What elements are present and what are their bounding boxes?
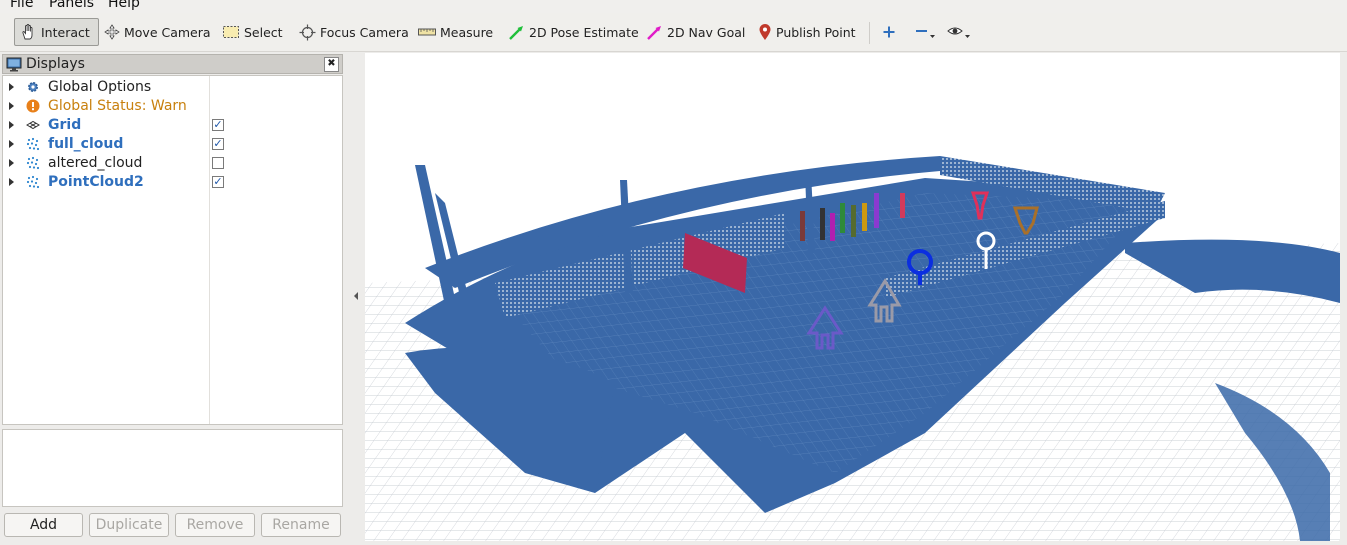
full-cloud-checkbox[interactable]: ✓ xyxy=(212,137,224,150)
toolbar-separator xyxy=(869,22,870,44)
measure-button[interactable]: Measure xyxy=(418,18,493,46)
expand-arrow-icon[interactable] xyxy=(9,120,14,129)
measure-label: Measure xyxy=(440,24,494,40)
pointcloud-icon xyxy=(26,175,40,189)
eye-icon xyxy=(947,27,970,38)
remove-tool-button[interactable] xyxy=(914,18,940,46)
grid-checkbox[interactable]: ✓ xyxy=(212,118,224,131)
tree-row-global-options[interactable]: Global Options xyxy=(3,77,342,96)
interact-tool-button[interactable]: Interact xyxy=(14,18,99,46)
displays-title: Displays xyxy=(26,56,85,72)
altered-cloud-checkbox[interactable] xyxy=(212,156,224,169)
property-description-box xyxy=(2,429,343,507)
move-camera-icon xyxy=(104,24,120,40)
menu-panels[interactable]: Panels xyxy=(49,0,94,11)
grid-icon xyxy=(26,118,40,132)
select-label: Select xyxy=(244,24,283,40)
tree-row-altered-cloud[interactable]: altered_cloud xyxy=(3,153,342,172)
displays-tree: Global Options Global Status: Warn Grid … xyxy=(2,75,343,425)
remove-display-button[interactable]: Remove xyxy=(175,513,255,537)
pointcloud2-checkbox[interactable]: ✓ xyxy=(212,175,224,188)
tree-label-pointcloud2: PointCloud2 xyxy=(48,173,144,190)
interact-label: Interact xyxy=(41,24,90,40)
expand-arrow-icon[interactable] xyxy=(9,177,14,186)
pointcloud-scene xyxy=(365,53,1340,541)
panel-collapse-strip[interactable] xyxy=(347,53,365,541)
publish-point-label: Publish Point xyxy=(776,24,856,40)
duplicate-display-button[interactable]: Duplicate xyxy=(89,513,169,537)
publish-point-button[interactable]: Publish Point xyxy=(758,18,856,46)
minus-icon xyxy=(916,30,935,38)
plus-icon xyxy=(883,26,895,38)
close-icon: ✖ xyxy=(327,58,336,69)
add-tool-button[interactable] xyxy=(882,18,900,46)
menu-file[interactable]: File xyxy=(10,0,33,11)
view-tool-button[interactable] xyxy=(947,18,975,46)
warning-icon xyxy=(26,99,40,113)
monitor-icon xyxy=(6,57,22,71)
expand-arrow-icon[interactable] xyxy=(9,139,14,148)
tree-row-grid[interactable]: Grid ✓ xyxy=(3,115,342,134)
magenta-arrow-icon xyxy=(647,25,661,40)
focus-icon xyxy=(299,24,316,40)
pointcloud-icon xyxy=(26,156,40,170)
tree-label-grid: Grid xyxy=(48,116,82,133)
menu-help[interactable]: Help xyxy=(108,0,140,11)
tree-label-full-cloud: full_cloud xyxy=(48,135,124,152)
move-camera-button[interactable]: Move Camera xyxy=(104,18,211,46)
select-button[interactable]: Select xyxy=(222,18,283,46)
tree-row-global-status[interactable]: Global Status: Warn xyxy=(3,96,342,115)
focus-camera-label: Focus Camera xyxy=(320,24,409,40)
nav-goal-label: 2D Nav Goal xyxy=(667,24,746,40)
hand-icon xyxy=(22,24,33,40)
displays-panel: Displays ✖ Global Options Global Status:… xyxy=(0,53,345,544)
tree-label-global-status: Global Status: Warn xyxy=(48,97,187,114)
close-panel-button[interactable]: ✖ xyxy=(324,57,339,72)
pointcloud-icon xyxy=(26,137,40,151)
collapse-left-icon xyxy=(354,292,358,300)
tool-toolbar: Interact Move Camera Select Focus Camera… xyxy=(0,13,1347,52)
expand-arrow-icon[interactable] xyxy=(9,82,14,91)
menu-bar: File Panels Help xyxy=(0,0,1347,13)
displays-titlebar: Displays ✖ xyxy=(2,54,343,74)
tree-label-global-options: Global Options xyxy=(48,78,152,95)
ruler-icon xyxy=(418,28,436,36)
nav-goal-button[interactable]: 2D Nav Goal xyxy=(646,18,745,46)
tree-row-full-cloud[interactable]: full_cloud ✓ xyxy=(3,134,342,153)
rename-display-button[interactable]: Rename xyxy=(261,513,341,537)
tree-label-altered-cloud: altered_cloud xyxy=(48,154,143,171)
expand-arrow-icon[interactable] xyxy=(9,101,14,110)
tree-row-pointcloud2[interactable]: PointCloud2 ✓ xyxy=(3,172,342,191)
render-viewport[interactable] xyxy=(365,53,1340,541)
map-pin-icon xyxy=(759,24,771,40)
pose-estimate-label: 2D Pose Estimate xyxy=(529,24,639,40)
green-arrow-icon xyxy=(509,25,523,40)
select-icon xyxy=(223,26,239,38)
expand-arrow-icon[interactable] xyxy=(9,158,14,167)
pose-estimate-button[interactable]: 2D Pose Estimate xyxy=(508,18,639,46)
move-camera-label: Move Camera xyxy=(124,24,211,40)
focus-camera-button[interactable]: Focus Camera xyxy=(299,18,409,46)
right-panel-strip xyxy=(1340,53,1347,541)
gear-icon xyxy=(26,80,40,94)
add-display-button[interactable]: Add xyxy=(4,513,83,537)
